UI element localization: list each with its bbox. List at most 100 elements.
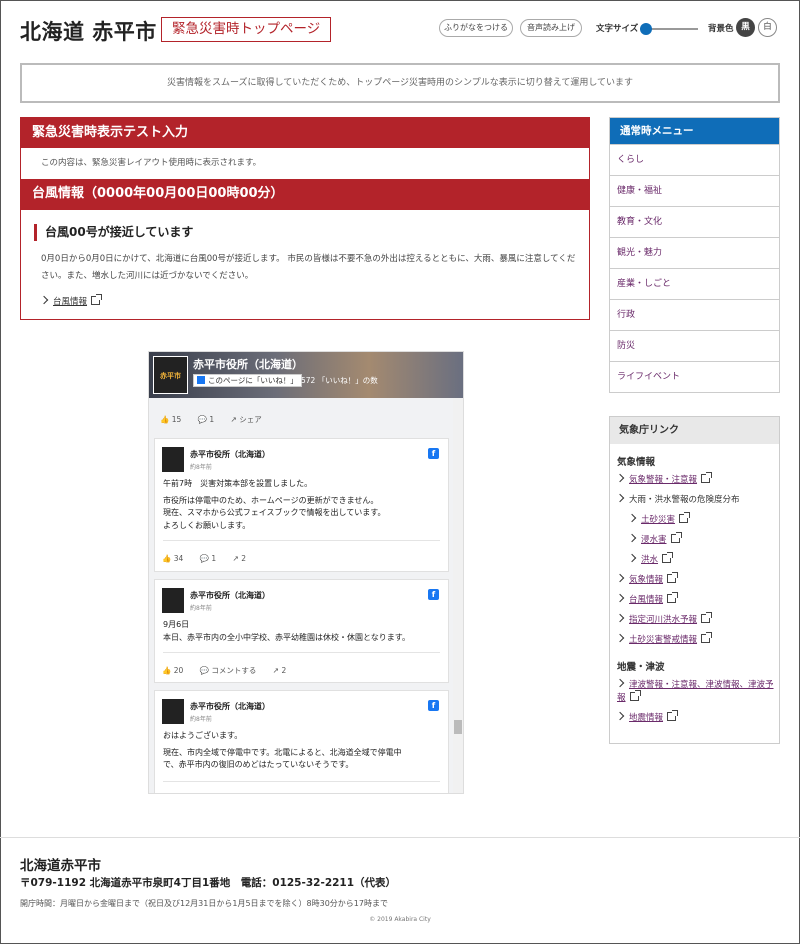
weather-link-text[interactable]: 気象情報	[629, 575, 663, 585]
like-stat[interactable]: 👍 20	[162, 666, 183, 675]
facebook-icon	[197, 376, 205, 384]
weather-item[interactable]: 土砂災害警戒情報	[615, 631, 779, 651]
bg-white-button[interactable]: 白	[758, 18, 777, 37]
quake-item[interactable]: 津波警報・注意報、津波情報、津波予報	[615, 676, 779, 709]
external-link-icon	[701, 612, 713, 623]
post-author[interactable]: 赤平市役所（北海道）	[190, 701, 270, 712]
footer-name: 北海道赤平市	[20, 858, 101, 874]
avatar[interactable]	[162, 447, 184, 472]
font-size-slider-track[interactable]	[646, 28, 698, 30]
sidebar-item-kurashi[interactable]: くらし	[610, 144, 779, 175]
furigana-button[interactable]: ふりがなをつける	[439, 19, 513, 37]
comment-stat[interactable]: 💬 1	[198, 415, 215, 424]
post-time[interactable]: 約8年前	[190, 603, 212, 612]
voice-read-button[interactable]: 音声読み上げ	[520, 19, 582, 37]
facebook-like-button[interactable]: このページに「いいね！」	[193, 374, 302, 387]
post-author[interactable]: 赤平市役所（北海道）	[190, 590, 270, 601]
sidebar-item-industry[interactable]: 産業・しごと	[610, 268, 779, 299]
chevron-right-icon	[615, 573, 625, 583]
post-text: おはようございます。 現在、市内全域で停電中です。北電によると、北海道全域で停電…	[163, 731, 402, 769]
facebook-icon[interactable]: f	[428, 448, 439, 459]
footer-address: 〒079-1192 北海道赤平市泉町4丁目1番地 電話：0125-32-2211…	[20, 877, 397, 889]
external-link-icon	[91, 294, 103, 305]
facebook-icon[interactable]: f	[428, 700, 439, 711]
weather-item[interactable]: 気象情報	[615, 571, 779, 591]
weather-item[interactable]: 大雨・洪水警報の危険度分布	[615, 491, 779, 511]
sidebar-item-health[interactable]: 健康・福祉	[610, 175, 779, 206]
share-stat[interactable]: ↗ 2	[273, 666, 286, 675]
site-title[interactable]: 北海道 赤平市	[20, 16, 157, 46]
weather-link-text[interactable]: 浸水害	[641, 535, 667, 545]
share-stat[interactable]: ↗ 2	[233, 554, 246, 563]
page-logo[interactable]: 赤平市	[153, 356, 188, 394]
typhoon-info-link-text[interactable]: 台風情報	[53, 297, 87, 307]
comment-stat[interactable]: 💬 1	[200, 554, 217, 563]
header: 北海道 赤平市 緊急災害時トップページ ふりがなをつける 音声読み上げ 文字サイ…	[20, 16, 780, 46]
weather-item[interactable]: 浸水害	[617, 531, 779, 551]
weather-link-text[interactable]: 気象警報・注意報	[629, 475, 697, 485]
facebook-feed[interactable]: 👍 15 💬 1 ↗ シェア 赤平市役所（北海道） 約8年前 f 午前7時 災害…	[149, 398, 455, 793]
weather-link-text[interactable]: 土砂災害	[641, 515, 675, 525]
avatar[interactable]	[162, 588, 184, 613]
external-link-icon	[629, 690, 641, 701]
external-link-icon	[667, 572, 679, 583]
notice-banner: 災害情報をスムーズに取得していただくため、トップページ災害時用のシンプルな表示に…	[20, 63, 780, 103]
quake-link-text[interactable]: 地震情報	[629, 713, 663, 723]
jma-title: 気象庁リンク	[610, 417, 779, 444]
post-stats: 👍 15 💬 1 ↗ シェア	[160, 414, 276, 425]
external-link-icon	[701, 632, 713, 643]
weather-item[interactable]: 指定河川洪水予報	[615, 611, 779, 631]
test-note: この内容は、緊急災害レイアウト使用時に表示されます。	[41, 158, 262, 168]
weather-item[interactable]: 洪水	[617, 551, 779, 571]
alert-body: 0月0日から0月0日にかけて、北海道に台風00号が接近します。 市民の皆様は不要…	[41, 254, 576, 281]
facebook-icon[interactable]: f	[428, 589, 439, 600]
weather-link-text[interactable]: 土砂災害警戒情報	[629, 635, 697, 645]
weather-item[interactable]: 台風情報	[615, 591, 779, 611]
font-size-slider-knob[interactable]	[640, 23, 652, 35]
sidebar-item-disaster-prevention[interactable]: 防災	[610, 330, 779, 361]
chevron-right-icon	[615, 593, 625, 603]
chevron-right-icon	[615, 633, 625, 643]
avatar[interactable]	[162, 699, 184, 724]
weather-item[interactable]: 土砂災害	[617, 511, 779, 531]
alert-heading: 台風00号が接近しています	[34, 224, 589, 241]
like-button-label: このページに「いいね！」	[208, 376, 298, 385]
post-time[interactable]: 約8年前	[190, 462, 212, 471]
post-author[interactable]: 赤平市役所（北海道）	[190, 449, 270, 460]
quake-item[interactable]: 地震情報	[615, 709, 779, 729]
weather-link-text[interactable]: 洪水	[641, 555, 658, 565]
sidebar-item-life-events[interactable]: ライフイベント	[610, 361, 779, 392]
post-stats: 👍 20 💬 コメントする ↗ 2	[162, 665, 300, 676]
feed-scrollbar[interactable]	[453, 398, 463, 793]
share-stat[interactable]: ↗ シェア	[231, 415, 262, 424]
external-link-icon	[667, 710, 679, 721]
chevron-right-icon	[615, 711, 625, 721]
feed-post: 赤平市役所（北海道） 約8年前 f おはようございます。 現在、市内全域で停電中…	[154, 690, 449, 793]
chevron-right-icon	[615, 678, 625, 688]
footer: 北海道赤平市 〒079-1192 北海道赤平市泉町4丁目1番地 電話：0125-…	[0, 837, 800, 944]
comment-stat[interactable]: 💬 コメントする	[200, 666, 257, 675]
typhoon-info-link[interactable]: 台風情報	[39, 294, 589, 309]
weather-link-text[interactable]: 台風情報	[629, 595, 663, 605]
facebook-page-name[interactable]: 赤平市役所（北海道）	[193, 356, 303, 372]
weather-links: 気象警報・注意報大雨・洪水警報の危険度分布土砂災害浸水害洪水気象情報台風情報指定…	[615, 471, 779, 651]
weather-item[interactable]: 気象警報・注意報	[615, 471, 779, 491]
normal-menu: 通常時メニュー くらし 健康・福祉 教育・文化 観光・魅力 産業・しごと 行政 …	[609, 117, 780, 393]
like-stat[interactable]: 👍 34	[162, 554, 183, 563]
external-link-icon	[662, 552, 674, 563]
quake-section-title: 地震・津波	[617, 662, 665, 673]
chevron-right-icon	[39, 295, 49, 305]
post-time[interactable]: 約8年前	[190, 714, 212, 723]
like-stat[interactable]: 👍 15	[160, 415, 181, 424]
sidebar-item-administration[interactable]: 行政	[610, 299, 779, 330]
chevron-right-icon	[627, 513, 637, 523]
facebook-cover: 赤平市 赤平市役所（北海道） このページに「いいね！」 572 「いいね！」の数	[149, 352, 463, 398]
sidebar-item-tourism[interactable]: 観光・魅力	[610, 237, 779, 268]
like-count: 572 「いいね！」の数	[301, 376, 378, 385]
sidebar-item-education[interactable]: 教育・文化	[610, 206, 779, 237]
bg-black-button[interactable]: 黒	[736, 18, 755, 37]
chevron-right-icon	[627, 533, 637, 543]
weather-link-text[interactable]: 指定河川洪水予報	[629, 615, 697, 625]
feed-scrollbar-thumb[interactable]	[454, 720, 462, 734]
quake-links: 津波警報・注意報、津波情報、津波予報地震情報	[615, 676, 779, 729]
